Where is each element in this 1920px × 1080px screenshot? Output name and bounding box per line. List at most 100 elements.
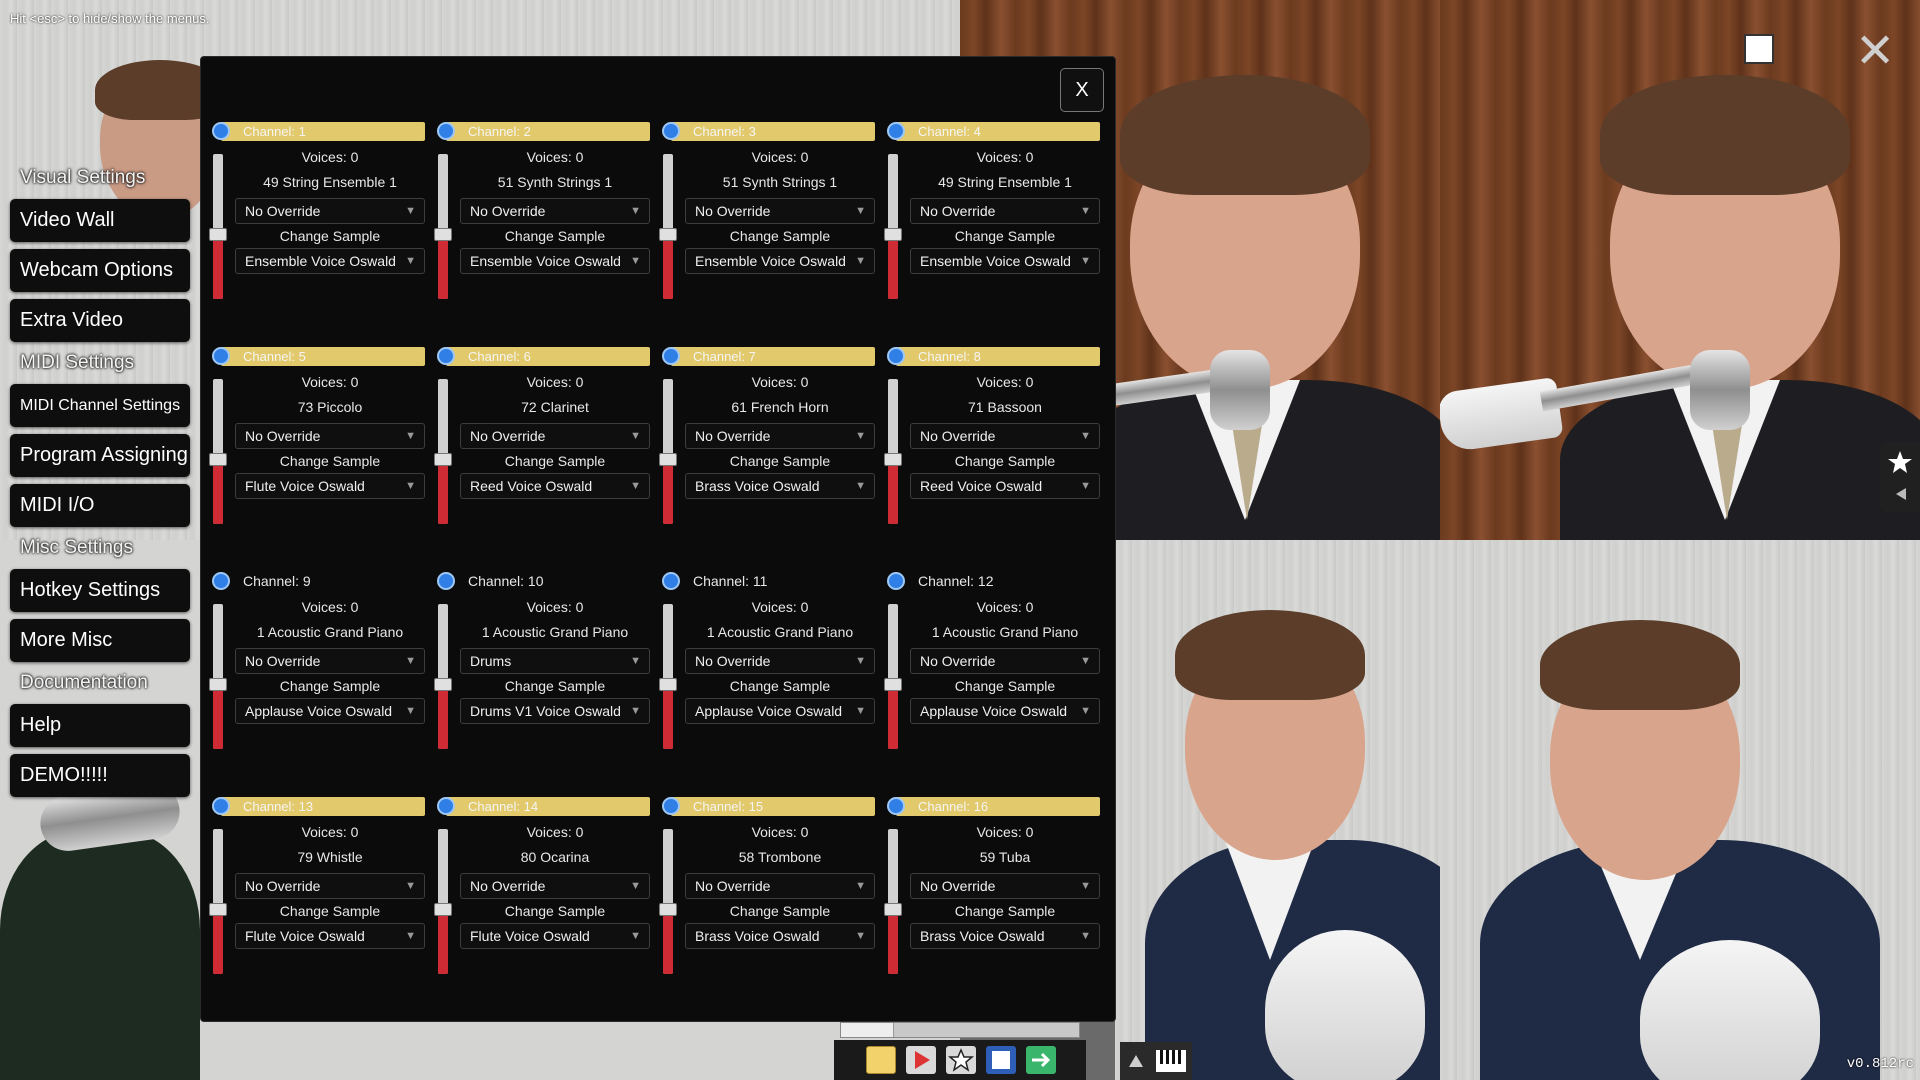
channel-sample-select[interactable]: Brass Voice Oswald ▼ [910, 923, 1100, 949]
channel-override-select[interactable]: No Override ▼ [235, 198, 425, 224]
dialog-close-button[interactable]: X [1060, 68, 1104, 112]
channel-volume-slider[interactable] [888, 604, 898, 749]
menu-demo-button[interactable]: DEMO!!!!! [10, 754, 190, 797]
channel-override-select[interactable]: No Override ▼ [460, 198, 650, 224]
channel-override-select[interactable]: No Override ▼ [910, 423, 1100, 449]
channel-override-select[interactable]: No Override ▼ [685, 423, 875, 449]
folder-icon[interactable] [866, 1046, 896, 1074]
fullscreen-button[interactable] [1744, 34, 1774, 64]
channel-sample-select[interactable]: Reed Voice Oswald ▼ [910, 473, 1100, 499]
channel-enable-radio[interactable] [212, 347, 230, 365]
channel-sample-select[interactable]: Brass Voice Oswald ▼ [685, 923, 875, 949]
channel-volume-thumb[interactable] [884, 677, 902, 691]
channel-enable-radio[interactable] [887, 347, 905, 365]
channel-sample-select[interactable]: Applause Voice Oswald ▼ [685, 698, 875, 724]
channel-volume-thumb[interactable] [659, 677, 677, 691]
channel-volume-slider[interactable] [888, 154, 898, 299]
channel-enable-radio[interactable] [212, 797, 230, 815]
channel-volume-thumb[interactable] [209, 677, 227, 691]
channel-enable-radio[interactable] [887, 797, 905, 815]
channel-enable-radio[interactable] [212, 572, 230, 590]
channel-enable-radio[interactable] [662, 797, 680, 815]
channel-override-select[interactable]: No Override ▼ [910, 873, 1100, 899]
channel-enable-radio[interactable] [212, 122, 230, 140]
channel-volume-slider[interactable] [213, 379, 223, 524]
channel-override-select[interactable]: No Override ▼ [685, 648, 875, 674]
channel-volume-slider[interactable] [213, 604, 223, 749]
menu-midi-channel-settings-button[interactable]: MIDI Channel Settings [10, 384, 190, 427]
channel-volume-slider[interactable] [663, 604, 673, 749]
channel-enable-radio[interactable] [437, 572, 455, 590]
channel-sample-select[interactable]: Applause Voice Oswald ▼ [910, 698, 1100, 724]
channel-override-select[interactable]: No Override ▼ [235, 648, 425, 674]
channel-enable-radio[interactable] [662, 122, 680, 140]
channel-enable-radio[interactable] [887, 572, 905, 590]
channel-override-select[interactable]: No Override ▼ [685, 198, 875, 224]
channel-volume-thumb[interactable] [659, 902, 677, 916]
channel-sample-select[interactable]: Ensemble Voice Oswald ▼ [460, 248, 650, 274]
channel-sample-select[interactable]: Flute Voice Oswald ▼ [235, 473, 425, 499]
triangle-up-icon[interactable] [1128, 1054, 1144, 1068]
play-icon[interactable] [906, 1046, 936, 1074]
channel-sample-select[interactable]: Reed Voice Oswald ▼ [460, 473, 650, 499]
channel-volume-slider[interactable] [213, 829, 223, 974]
channel-override-select[interactable]: No Override ▼ [910, 198, 1100, 224]
menu-help-button[interactable]: Help [10, 704, 190, 747]
channel-volume-thumb[interactable] [209, 227, 227, 241]
channel-sample-select[interactable]: Flute Voice Oswald ▼ [460, 923, 650, 949]
channel-sample-select[interactable]: Ensemble Voice Oswald ▼ [235, 248, 425, 274]
star-icon[interactable] [946, 1046, 976, 1074]
channel-volume-thumb[interactable] [884, 452, 902, 466]
channel-volume-slider[interactable] [213, 154, 223, 299]
channel-override-select[interactable]: No Override ▼ [235, 873, 425, 899]
channel-sample-select[interactable]: Flute Voice Oswald ▼ [235, 923, 425, 949]
channel-enable-radio[interactable] [662, 347, 680, 365]
export-icon[interactable] [1026, 1046, 1056, 1074]
channel-volume-slider[interactable] [438, 379, 448, 524]
channel-override-select[interactable]: No Override ▼ [460, 873, 650, 899]
menu-extra-video-button[interactable]: Extra Video [10, 299, 190, 342]
channel-override-select[interactable]: No Override ▼ [910, 648, 1100, 674]
piano-keyboard-icon[interactable] [1156, 1050, 1186, 1072]
channel-volume-slider[interactable] [663, 379, 673, 524]
side-favorites-tab[interactable] [1880, 442, 1920, 512]
channel-volume-thumb[interactable] [209, 452, 227, 466]
channel-sample-select[interactable]: Ensemble Voice Oswald ▼ [685, 248, 875, 274]
channel-volume-slider[interactable] [438, 829, 448, 974]
menu-hotkey-settings-button[interactable]: Hotkey Settings [10, 569, 190, 612]
channel-volume-thumb[interactable] [434, 677, 452, 691]
channel-enable-radio[interactable] [662, 572, 680, 590]
menu-webcam-options-button[interactable]: Webcam Options [10, 249, 190, 292]
channel-volume-thumb[interactable] [434, 227, 452, 241]
channel-enable-radio[interactable] [437, 122, 455, 140]
menu-more-misc-button[interactable]: More Misc [10, 619, 190, 662]
channel-enable-radio[interactable] [437, 797, 455, 815]
channel-volume-slider[interactable] [663, 829, 673, 974]
channel-volume-thumb[interactable] [659, 227, 677, 241]
stop-icon[interactable] [986, 1046, 1016, 1074]
channel-volume-slider[interactable] [888, 829, 898, 974]
channel-override-select[interactable]: No Override ▼ [460, 423, 650, 449]
channel-volume-slider[interactable] [663, 154, 673, 299]
channel-volume-thumb[interactable] [884, 227, 902, 241]
channel-sample-select[interactable]: Applause Voice Oswald ▼ [235, 698, 425, 724]
channel-volume-thumb[interactable] [434, 902, 452, 916]
channel-override-select[interactable]: No Override ▼ [685, 873, 875, 899]
channel-enable-radio[interactable] [887, 122, 905, 140]
close-app-icon[interactable]: ✕ [1855, 28, 1895, 76]
channel-volume-thumb[interactable] [659, 452, 677, 466]
channel-enable-radio[interactable] [437, 347, 455, 365]
menu-program-assigning-button[interactable]: Program Assigning [10, 434, 190, 477]
channel-sample-select[interactable]: Drums V1 Voice Oswald ▼ [460, 698, 650, 724]
channel-volume-thumb[interactable] [209, 902, 227, 916]
channel-sample-select[interactable]: Ensemble Voice Oswald ▼ [910, 248, 1100, 274]
channel-volume-thumb[interactable] [434, 452, 452, 466]
channel-volume-thumb[interactable] [884, 902, 902, 916]
playback-progress-bar[interactable] [840, 1022, 1080, 1038]
channel-sample-select[interactable]: Brass Voice Oswald ▼ [685, 473, 875, 499]
channel-volume-slider[interactable] [438, 154, 448, 299]
channel-volume-slider[interactable] [438, 604, 448, 749]
menu-midi-io-button[interactable]: MIDI I/O [10, 484, 190, 527]
channel-override-select[interactable]: No Override ▼ [235, 423, 425, 449]
channel-volume-slider[interactable] [888, 379, 898, 524]
